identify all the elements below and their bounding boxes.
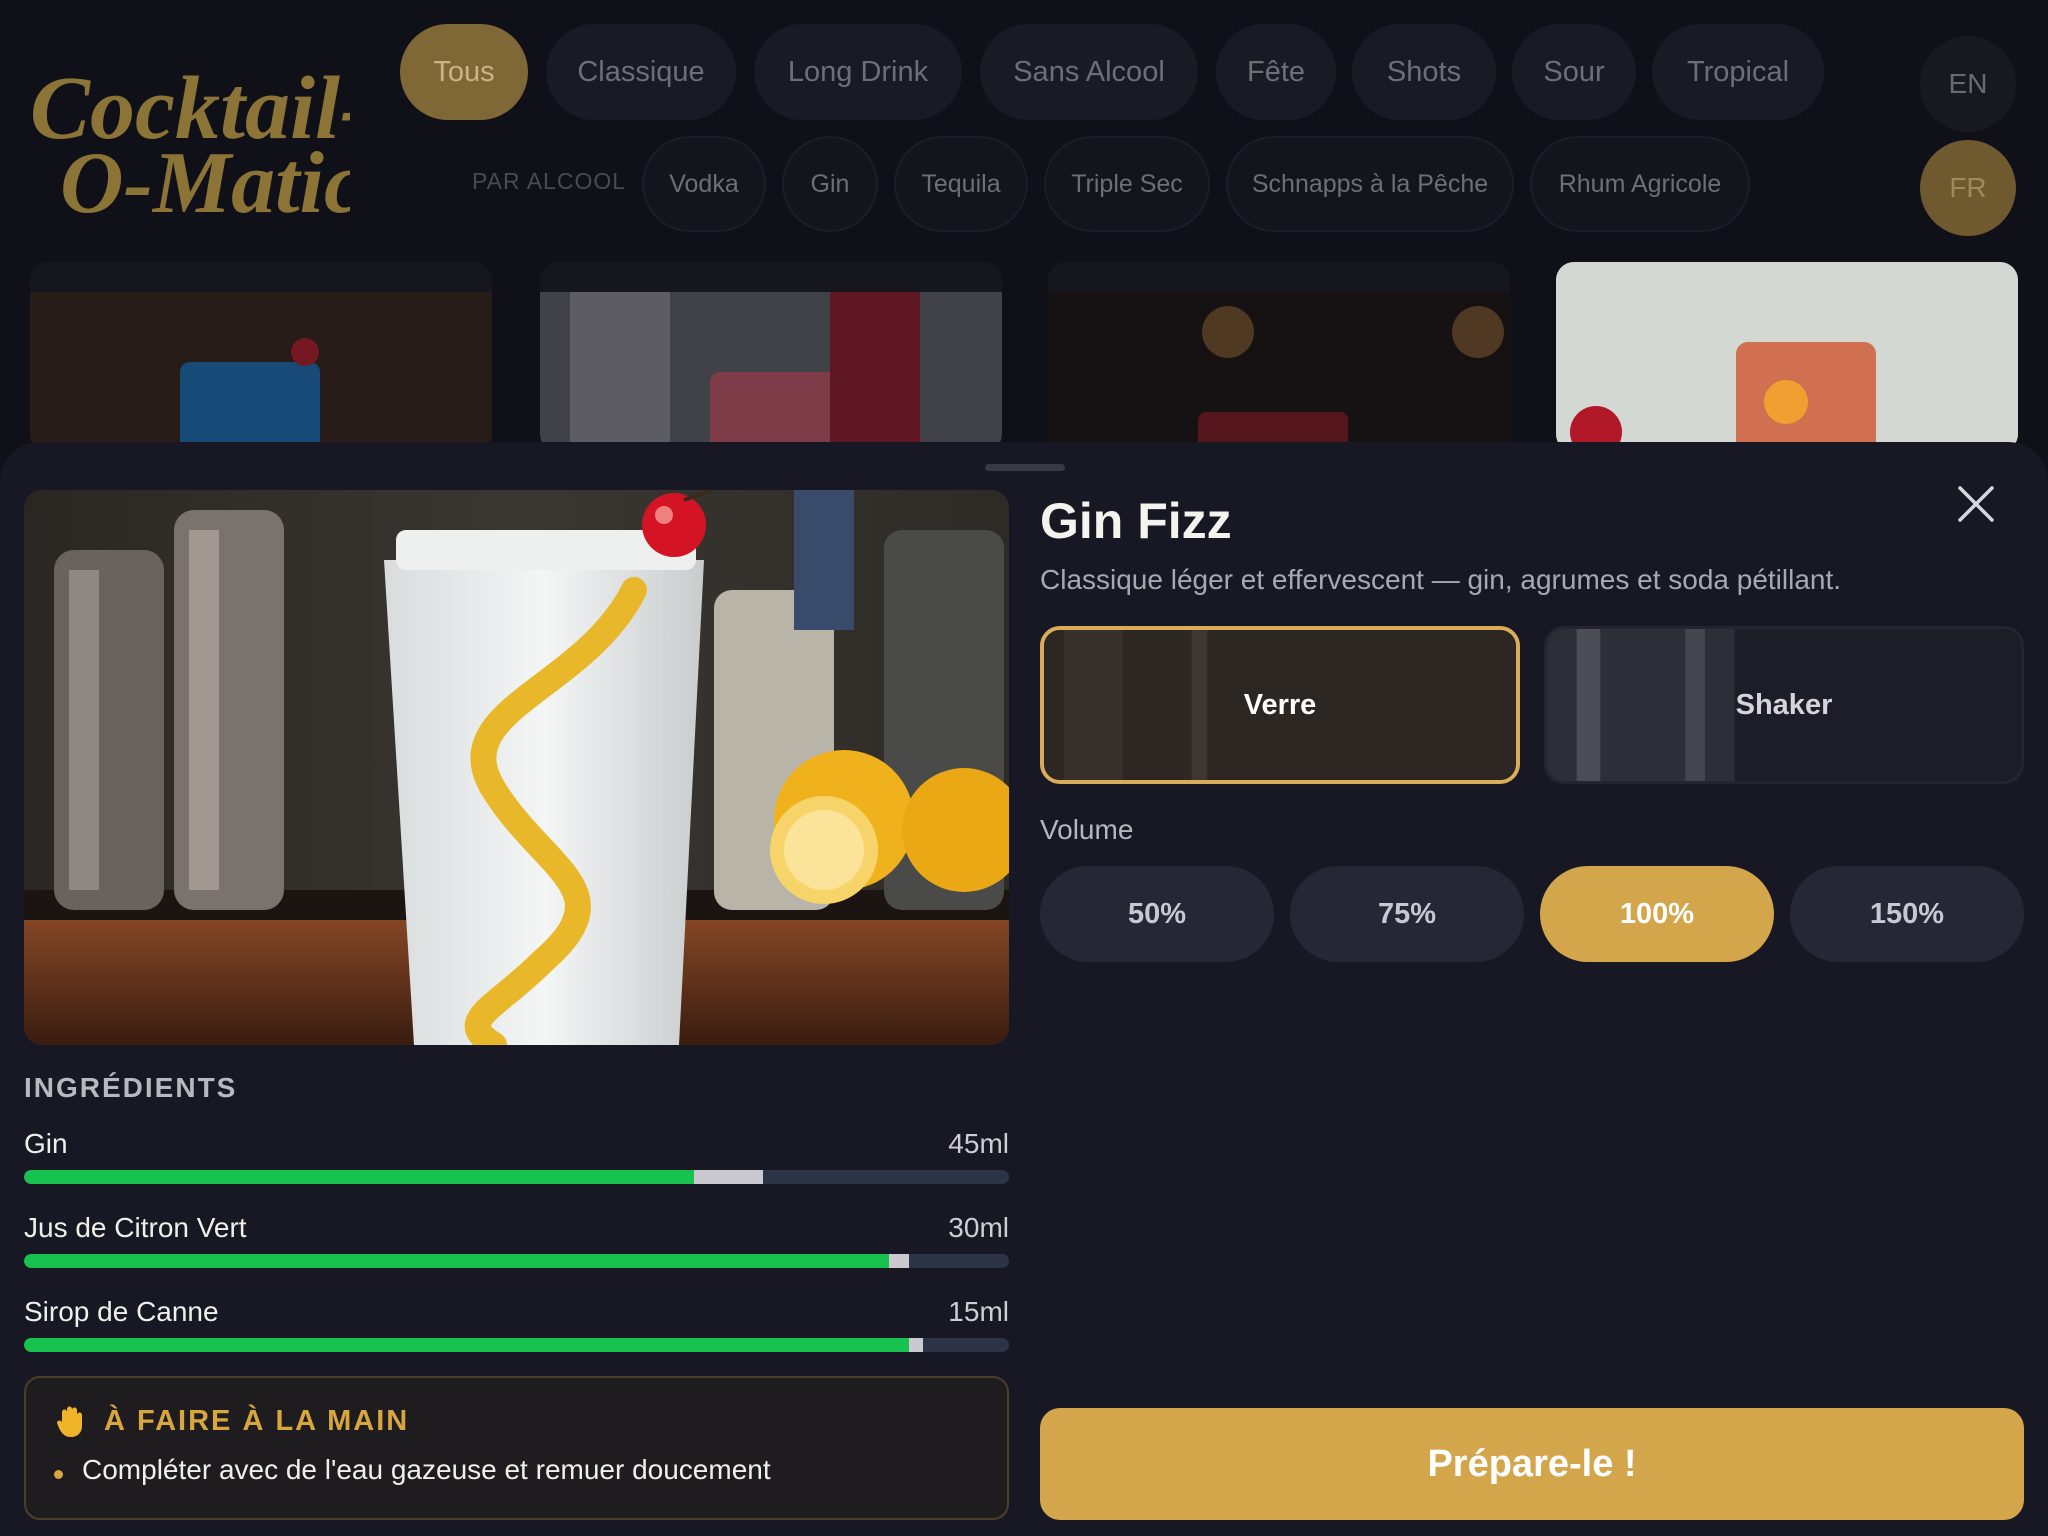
- method-verre-option[interactable]: Verre: [1040, 626, 1520, 784]
- ingredient-progress-fill: [24, 1170, 694, 1184]
- manual-steps-box: À FAIRE À LA MAIN Compléter avec de l'ea…: [24, 1376, 1009, 1520]
- ingredient-name: Gin: [24, 1128, 68, 1159]
- category-sans-alcool[interactable]: Sans Alcool: [980, 24, 1198, 120]
- cocktail-card-image: [540, 292, 1002, 452]
- category-sour[interactable]: Sour: [1512, 24, 1636, 120]
- ingredient-progress-fill: [24, 1254, 889, 1268]
- prepare-button[interactable]: Prépare-le !: [1040, 1408, 2024, 1520]
- language-fr-button[interactable]: FR: [1920, 140, 2016, 236]
- category-fete[interactable]: Fête: [1216, 24, 1336, 120]
- spirit-vodka[interactable]: Vodka: [642, 136, 766, 232]
- category-long-drink[interactable]: Long Drink: [754, 24, 962, 120]
- ingredient-progress-bar: [24, 1254, 1009, 1268]
- manual-step-item: Compléter avec de l'eau gazeuse et remue…: [82, 1454, 771, 1485]
- cocktail-card-image: [1048, 292, 1510, 452]
- category-tous[interactable]: Tous: [400, 24, 528, 120]
- close-icon[interactable]: [1956, 484, 1996, 524]
- ingredient-name: Sirop de Canne: [24, 1296, 219, 1327]
- volume-option-150[interactable]: 150%: [1790, 866, 2024, 962]
- ingredient-progress-marker: [888, 1254, 909, 1268]
- spirit-triple-sec[interactable]: Triple Sec: [1044, 136, 1210, 232]
- ingredient-name: Jus de Citron Vert: [24, 1212, 247, 1243]
- spirit-schnapps-peche[interactable]: Schnapps à la Pêche: [1226, 136, 1514, 232]
- manual-steps-title: À FAIRE À LA MAIN: [104, 1404, 410, 1437]
- ingredient-progress-bar: [24, 1338, 1009, 1352]
- ingredient-progress-marker: [908, 1338, 924, 1352]
- cocktail-title: Gin Fizz: [1040, 493, 1232, 549]
- logo-line-2: O-Matic: [60, 135, 350, 230]
- spirits-filter-label: PAR ALCOOL: [472, 168, 627, 194]
- volume-option-75[interactable]: 75%: [1290, 866, 1524, 962]
- language-en-button[interactable]: EN: [1920, 36, 2016, 132]
- category-shots[interactable]: Shots: [1352, 24, 1496, 120]
- volume-option-50[interactable]: 50%: [1040, 866, 1274, 962]
- cocktail-card-image: [30, 292, 492, 452]
- ingredient-progress-fill: [24, 1338, 909, 1352]
- ingredient-quantity: 30ml: [948, 1212, 1009, 1243]
- cocktail-card[interactable]: [1556, 262, 2018, 452]
- volume-option-100[interactable]: 100%: [1540, 866, 1774, 962]
- ingredient-progress-bar: [24, 1170, 1009, 1184]
- cocktail-description: Classique léger et effervescent — gin, a…: [1040, 564, 1842, 595]
- sheet-drag-handle[interactable]: [985, 464, 1065, 471]
- cocktail-card[interactable]: [540, 262, 1002, 452]
- cocktail-card[interactable]: [1048, 262, 1510, 452]
- spirit-rhum-agricole[interactable]: Rhum Agricole: [1530, 136, 1750, 232]
- ingredient-quantity: 15ml: [948, 1296, 1009, 1327]
- cocktail-detail-sheet: INGRÉDIENTS Gin 45ml Jus de Citron Vert …: [0, 442, 2048, 1536]
- method-shaker-label: Shaker: [1735, 688, 1833, 721]
- category-classique[interactable]: Classique: [546, 24, 736, 120]
- spirit-gin[interactable]: Gin: [782, 136, 878, 232]
- cocktail-card[interactable]: [30, 262, 492, 452]
- cocktail-hero-image: [24, 490, 1009, 1045]
- spirit-tequila[interactable]: Tequila: [894, 136, 1028, 232]
- cocktail-card-image: [1556, 262, 2018, 452]
- ingredients-heading: INGRÉDIENTS: [24, 1072, 238, 1103]
- ingredient-quantity: 45ml: [948, 1128, 1009, 1159]
- bullet-icon: [54, 1470, 63, 1479]
- method-shaker-option[interactable]: Shaker: [1544, 626, 2024, 784]
- app-logo: Cocktail- O-Matic: [30, 40, 370, 232]
- volume-label: Volume: [1040, 814, 1134, 845]
- hand-icon: [57, 1406, 82, 1437]
- method-verre-label: Verre: [1243, 688, 1317, 721]
- ingredient-progress-marker: [693, 1170, 763, 1184]
- category-tropical[interactable]: Tropical: [1652, 24, 1824, 120]
